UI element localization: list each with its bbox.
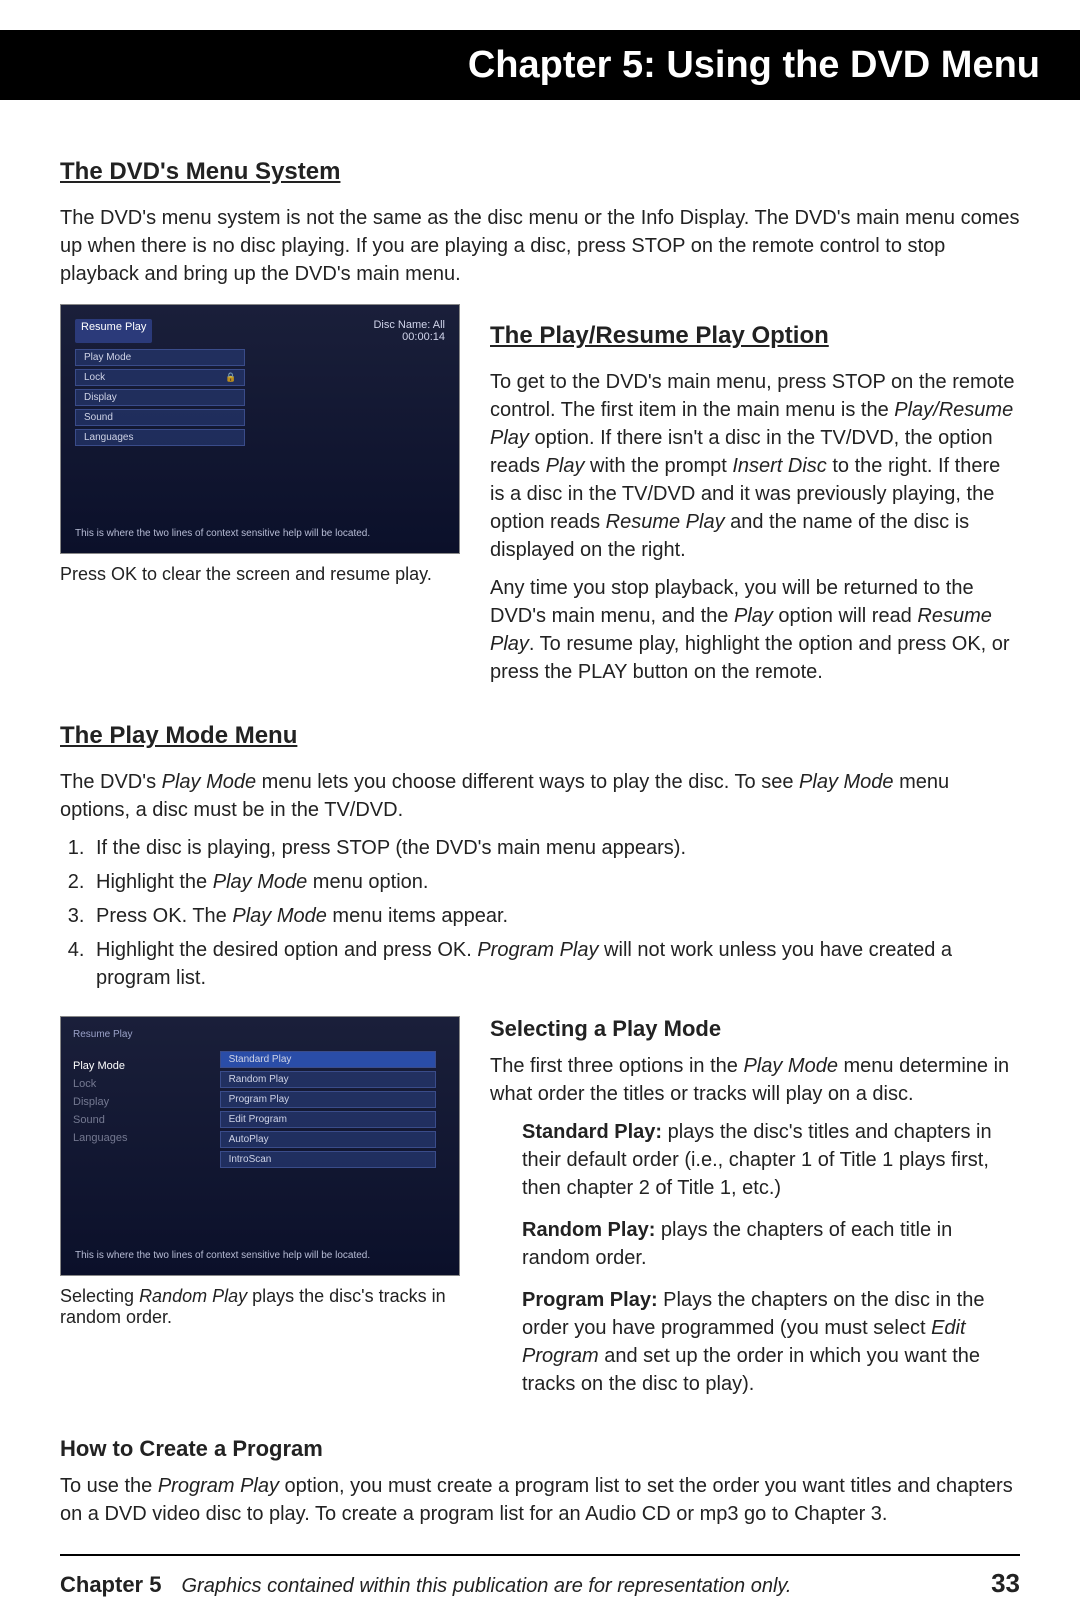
step-3: Press OK. The Play Mode menu items appea… xyxy=(90,902,1020,930)
ss1-disc-name: Disc Name: All xyxy=(373,319,445,331)
footer-note: Graphics contained within this publicati… xyxy=(181,1575,991,1598)
ss2-help-note: This is where the two lines of context s… xyxy=(75,1250,445,1261)
ss2-top-label: Resume Play xyxy=(73,1029,447,1040)
def-program-play: Program Play: Plays the chapters on the … xyxy=(522,1286,1020,1398)
screenshot-main-menu-figure: Resume Play Disc Name: All 00:00:14 Play… xyxy=(60,304,460,585)
ss1-row-lock: Lock xyxy=(75,369,245,386)
section-title-play-mode: The Play Mode Menu xyxy=(60,722,1020,750)
section-title-menu-system: The DVD's Menu System xyxy=(60,158,1020,186)
ss2-standard-play: Standard Play xyxy=(220,1051,437,1068)
ss1-row-sound: Sound xyxy=(75,409,245,426)
play-resume-p2: Any time you stop playback, you will be … xyxy=(490,574,1020,686)
play-mode-definitions: Standard Play: plays the disc's titles a… xyxy=(522,1118,1020,1398)
menu-system-paragraph: The DVD's menu system is not the same as… xyxy=(60,204,1020,288)
how-to-create-program-para: To use the Program Play option, you must… xyxy=(60,1472,1020,1528)
ss2-edit-program: Edit Program xyxy=(220,1111,437,1128)
page-content: The DVD's Menu System The DVD's menu sys… xyxy=(0,100,1080,1619)
selecting-play-mode-title: Selecting a Play Mode xyxy=(490,1016,1020,1042)
def-random-play: Random Play: plays the chapters of each … xyxy=(522,1216,1020,1272)
screenshot-play-mode-figure: Resume Play Play Mode Lock Display Sound… xyxy=(60,1016,460,1328)
play-mode-intro: The DVD's Play Mode menu lets you choose… xyxy=(60,768,1020,824)
screenshot-main-menu: Resume Play Disc Name: All 00:00:14 Play… xyxy=(60,304,460,554)
step-2: Highlight the Play Mode menu option. xyxy=(90,868,1020,896)
ss1-caption: Press OK to clear the screen and resume … xyxy=(60,564,460,585)
footer-rule xyxy=(60,1554,1020,1556)
chapter-title: Chapter 5: Using the DVD Menu xyxy=(468,44,1040,87)
ss1-help-note: This is where the two lines of context s… xyxy=(75,528,445,539)
footer-chapter: Chapter 5 xyxy=(60,1572,161,1598)
ss2-autoplay: AutoPlay xyxy=(220,1131,437,1148)
play-resume-p1: To get to the DVD's main menu, press STO… xyxy=(490,368,1020,564)
def-standard-play: Standard Play: plays the disc's titles a… xyxy=(522,1118,1020,1202)
ss1-row-languages: Languages xyxy=(75,429,245,446)
ss2-introscan: IntroScan xyxy=(220,1151,437,1168)
ss1-resume-play: Resume Play xyxy=(75,319,152,343)
ss2-play-mode-label: Play Mode xyxy=(73,1060,215,1072)
screenshot-play-mode: Resume Play Play Mode Lock Display Sound… xyxy=(60,1016,460,1276)
ss2-program-play: Program Play xyxy=(220,1091,437,1108)
chapter-header-bar: Chapter 5: Using the DVD Menu xyxy=(0,30,1080,100)
footer-page-number: 33 xyxy=(991,1568,1020,1599)
how-to-create-program-title: How to Create a Program xyxy=(60,1436,1020,1462)
step-4: Highlight the desired option and press O… xyxy=(90,936,1020,992)
section-title-play-resume: The Play/Resume Play Option xyxy=(490,322,1020,350)
selecting-play-mode-intro: The first three options in the Play Mode… xyxy=(490,1052,1020,1108)
ss2-random-play: Random Play xyxy=(220,1071,437,1088)
play-mode-steps: If the disc is playing, press STOP (the … xyxy=(90,834,1020,992)
ss1-row-play-mode: Play Mode xyxy=(75,349,245,366)
step-1: If the disc is playing, press STOP (the … xyxy=(90,834,1020,862)
page-footer: Chapter 5 Graphics contained within this… xyxy=(60,1568,1020,1619)
ss1-row-display: Display xyxy=(75,389,245,406)
ss2-caption: Selecting Random Play plays the disc's t… xyxy=(60,1286,460,1328)
ss1-time: 00:00:14 xyxy=(402,331,445,343)
